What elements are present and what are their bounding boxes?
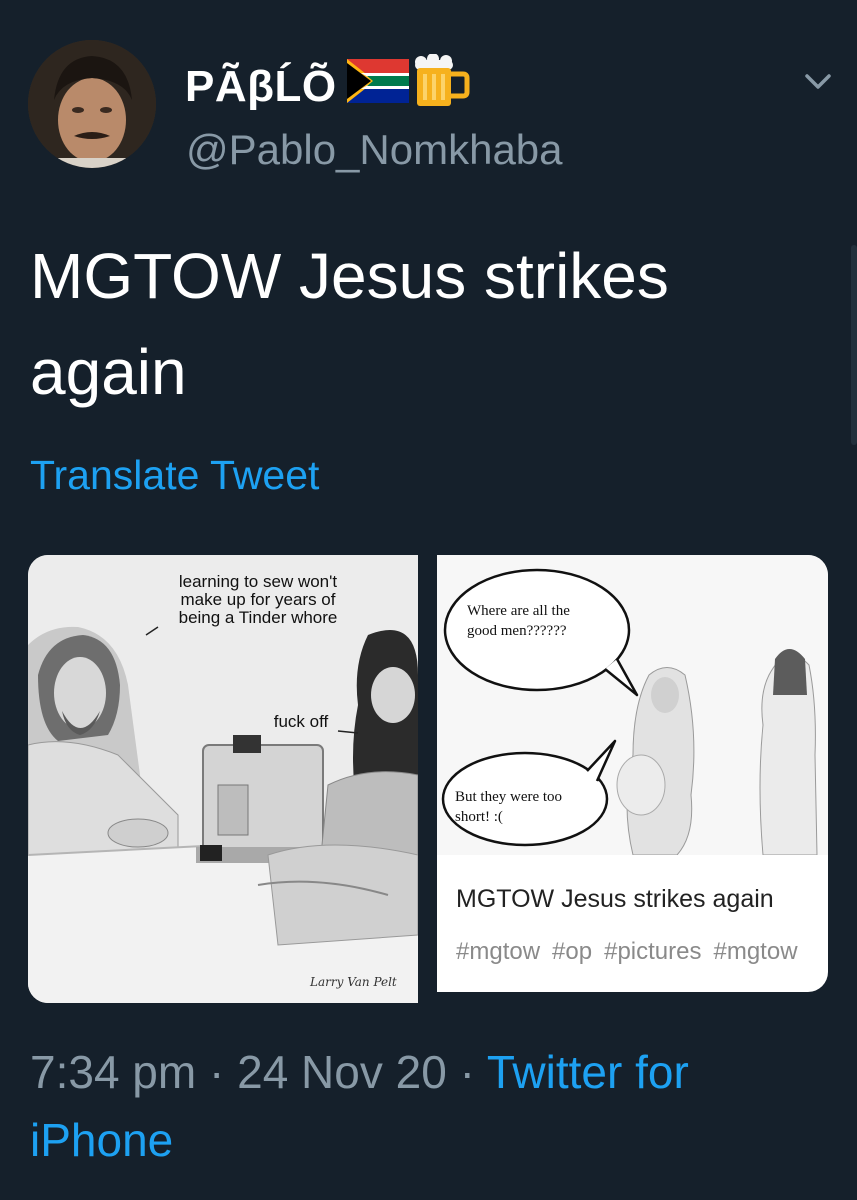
display-name[interactable]: PÃβĹÕ [185,53,471,119]
meta-separator: · [196,1046,238,1098]
tag[interactable]: #mgtow [456,938,540,965]
translate-tweet-link[interactable]: Translate Tweet [30,452,319,499]
meme-caption-top: learning to sew won't make up for years … [178,572,338,627]
speech-bubble-top: Where are all the good men?????? [467,603,570,639]
chevron-down-icon[interactable] [800,64,836,100]
avatar[interactable] [28,40,156,168]
meme-caption-middle: fuck off [273,712,329,731]
tweet-meta: 7:34 pm · 24 Nov 20 · Twitter for iPhone [30,1038,830,1174]
media-image-left[interactable]: learning to sew won't make up for years … [28,555,418,1003]
tag[interactable]: #pictures [604,938,701,965]
tag[interactable]: #mgtow [713,938,797,965]
tweet-header: PÃβĹÕ @Pablo_Nomkhaba [28,40,848,173]
card-title: MGTOW Jesus strikes again [456,885,774,913]
tweet-media: learning to sew won't make up for years … [28,555,828,1005]
tag[interactable]: #op [552,938,592,965]
link-card[interactable]: Where are all the good men?????? But the… [437,555,828,992]
user-handle[interactable]: @Pablo_Nomkhaba [186,126,563,174]
south-africa-flag-icon [346,59,409,114]
artist-signature: Larry Van Pelt [310,975,397,989]
display-name-text: PÃβĹÕ [185,61,337,111]
tweet-text: MGTOW Jesus strikes again [30,240,669,408]
speech-bubble-bottom: But they were too short! :( [455,789,563,825]
tweet-time: 7:34 pm [30,1046,197,1098]
scrollbar[interactable] [851,245,857,445]
tweet-date: 24 Nov 20 [237,1046,447,1098]
card-tags: #mgtow #op #pictures #mgtow [456,938,810,966]
beer-mug-icon [411,53,471,119]
meta-separator: · [446,1046,487,1098]
